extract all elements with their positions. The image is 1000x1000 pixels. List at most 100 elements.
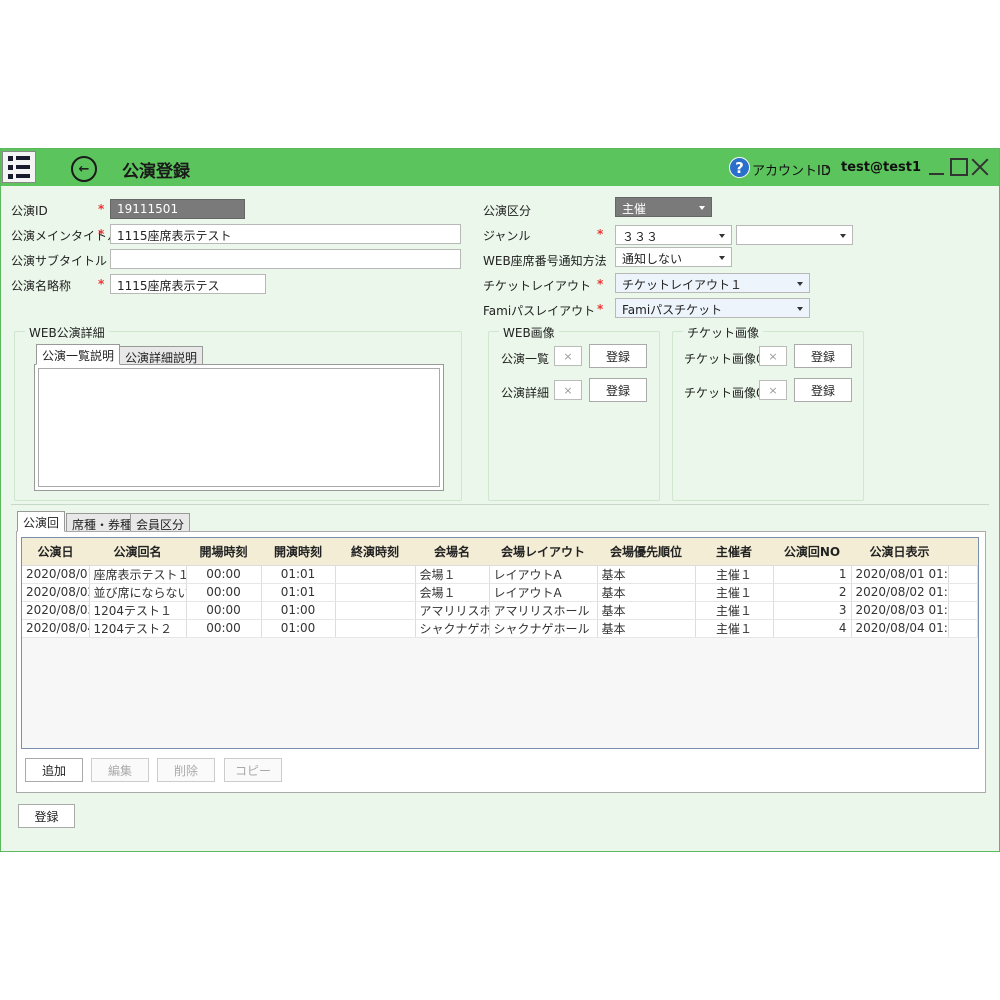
grid-header-row: 公演日 公演回名 開場時刻 開演時刻 終演時刻 会場名 会場レイアウト 会場優先… bbox=[22, 538, 978, 566]
web-image-detail-register-button[interactable]: 登録 bbox=[589, 378, 647, 402]
famipass-layout-select[interactable]: Famiパスチケット bbox=[615, 298, 810, 318]
cell-open-time: 00:00 bbox=[186, 601, 262, 620]
close-icon[interactable] bbox=[971, 158, 989, 176]
column-header[interactable]: 公演回名 bbox=[89, 538, 186, 566]
short-name-field[interactable]: 1115座席表示テス bbox=[110, 274, 266, 294]
required-mark: * bbox=[98, 202, 105, 216]
tab-member-category[interactable]: 会員区分 bbox=[130, 513, 191, 532]
copy-button[interactable]: コピー bbox=[224, 758, 282, 782]
table-row[interactable]: 2020/08/03 1204テスト１ 00:00 01:00 アマリリスホール… bbox=[22, 601, 978, 620]
performance-id-field[interactable]: 19111501 bbox=[110, 199, 245, 219]
tab-seat-ticket-type[interactable]: 席種・券種 bbox=[66, 513, 139, 532]
ticket-layout-label: チケットレイアウト bbox=[483, 279, 592, 293]
description-textarea[interactable] bbox=[34, 364, 444, 491]
ticket-image-01-register-button[interactable]: 登録 bbox=[794, 344, 852, 368]
chevron-down-icon bbox=[719, 234, 725, 238]
web-seat-notify-select[interactable]: 通知しない bbox=[615, 247, 732, 267]
column-header[interactable]: 開場時刻 bbox=[186, 538, 261, 566]
cell-organizer: 主催１ bbox=[695, 601, 774, 620]
cell-filler bbox=[948, 565, 978, 584]
delete-button[interactable]: 削除 bbox=[157, 758, 215, 782]
column-header[interactable]: 公演日 bbox=[22, 538, 89, 566]
tab-performance-round[interactable]: 公演回 bbox=[17, 511, 66, 532]
maximize-icon[interactable] bbox=[950, 158, 968, 176]
edit-button[interactable]: 編集 bbox=[91, 758, 149, 782]
chevron-down-icon bbox=[797, 282, 803, 286]
cell-venue-priority: 基本 bbox=[597, 601, 696, 620]
cell-end-time bbox=[335, 583, 416, 602]
column-header[interactable]: 会場レイアウト bbox=[489, 538, 597, 566]
cell-filler bbox=[948, 601, 978, 620]
chevron-down-icon bbox=[699, 206, 705, 210]
cell-date: 2020/08/04 bbox=[22, 619, 90, 638]
clear-icon[interactable]: × bbox=[554, 346, 582, 366]
cell-start-time: 01:01 bbox=[261, 565, 336, 584]
column-header[interactable]: 主催者 bbox=[695, 538, 773, 566]
cell-start-time: 01:00 bbox=[261, 601, 336, 620]
column-header[interactable]: 公演日表示 bbox=[851, 538, 948, 566]
clear-icon[interactable]: × bbox=[554, 380, 582, 400]
cell-round-no: 1 bbox=[773, 565, 852, 584]
ticket-layout-select[interactable]: チケットレイアウト１ bbox=[615, 273, 810, 293]
description-textarea-inner[interactable] bbox=[38, 368, 440, 487]
cell-date: 2020/08/01 bbox=[22, 565, 90, 584]
cell-filler bbox=[948, 583, 978, 602]
cell-round-no: 4 bbox=[773, 619, 852, 638]
menu-button[interactable] bbox=[2, 151, 36, 183]
cell-round-name: 1204テスト１ bbox=[89, 601, 187, 620]
tab-performance-detail-description[interactable]: 公演詳細説明 bbox=[119, 346, 204, 365]
cell-end-time bbox=[335, 565, 416, 584]
cell-open-time: 00:00 bbox=[186, 583, 262, 602]
cell-start-time: 01:01 bbox=[261, 583, 336, 602]
clear-icon[interactable]: × bbox=[759, 380, 787, 400]
cell-end-time bbox=[335, 619, 416, 638]
cell-filler bbox=[948, 619, 978, 638]
cell-venue: 会場１ bbox=[415, 565, 490, 584]
cell-date-display: 2020/08/04 01:00 bbox=[851, 619, 949, 638]
main-title-field[interactable]: 1115座席表示テスト bbox=[110, 224, 461, 244]
short-name-label: 公演名略称 bbox=[11, 279, 72, 293]
cell-organizer: 主催１ bbox=[695, 565, 774, 584]
cell-date: 2020/08/02 bbox=[22, 583, 90, 602]
back-arrow-icon[interactable]: ← bbox=[71, 156, 97, 182]
column-header[interactable]: 会場優先順位 bbox=[597, 538, 695, 566]
table-row[interactable]: 2020/08/01 座席表示テスト１ 00:00 01:01 会場１ レイアウ… bbox=[22, 565, 978, 584]
register-button[interactable]: 登録 bbox=[18, 804, 75, 828]
genre-value: ３３３ bbox=[622, 230, 659, 244]
cell-round-no: 2 bbox=[773, 583, 852, 602]
tab-performance-list-description[interactable]: 公演一覧説明 bbox=[36, 344, 121, 365]
cell-venue: 会場１ bbox=[415, 583, 490, 602]
section-divider bbox=[11, 504, 989, 505]
title-bar: ← 公演登録 ? アカウントID ： test@test1 bbox=[1, 149, 999, 186]
cell-organizer: 主催１ bbox=[695, 619, 774, 638]
account-label: アカウントID bbox=[752, 164, 831, 179]
help-icon[interactable]: ? bbox=[729, 157, 750, 178]
genre-select[interactable]: ３３３ bbox=[615, 225, 732, 245]
minimize-icon[interactable] bbox=[928, 158, 946, 176]
table-row[interactable]: 2020/08/02 並び席にならない 00:00 01:01 会場１ レイアウ… bbox=[22, 583, 978, 602]
cell-venue-priority: 基本 bbox=[597, 619, 696, 638]
web-detail-group-title: WEB公演詳細 bbox=[25, 324, 109, 341]
column-header[interactable]: 開演時刻 bbox=[261, 538, 335, 566]
page-title: 公演登録 bbox=[122, 162, 190, 182]
clear-icon[interactable]: × bbox=[759, 346, 787, 366]
sub-title-field[interactable] bbox=[110, 249, 461, 269]
cell-open-time: 00:00 bbox=[186, 565, 262, 584]
required-mark: * bbox=[98, 227, 105, 241]
column-header[interactable]: 公演回NO bbox=[773, 538, 851, 566]
column-header[interactable]: 会場名 bbox=[415, 538, 489, 566]
category-value: 主催 bbox=[622, 202, 647, 216]
performance-id-label: 公演ID bbox=[11, 204, 48, 218]
cell-round-name: 座席表示テスト１ bbox=[89, 565, 187, 584]
genre-sub-select[interactable] bbox=[736, 225, 853, 245]
performance-registration-window: ← 公演登録 ? アカウントID ： test@test1 公演ID * 191… bbox=[0, 148, 1000, 852]
ticket-image-02-register-button[interactable]: 登録 bbox=[794, 378, 852, 402]
column-header[interactable]: 終演時刻 bbox=[335, 538, 415, 566]
web-image-list-register-button[interactable]: 登録 bbox=[589, 344, 647, 368]
web-image-group-title: WEB画像 bbox=[499, 324, 559, 341]
table-row[interactable]: 2020/08/04 1204テスト２ 00:00 01:00 シャクナゲホール… bbox=[22, 619, 978, 638]
ticket-layout-value: チケットレイアウト１ bbox=[622, 278, 743, 292]
famipass-layout-label: Famiパスレイアウト bbox=[483, 304, 596, 318]
category-select[interactable]: 主催 bbox=[615, 197, 712, 217]
add-button[interactable]: 追加 bbox=[25, 758, 83, 782]
